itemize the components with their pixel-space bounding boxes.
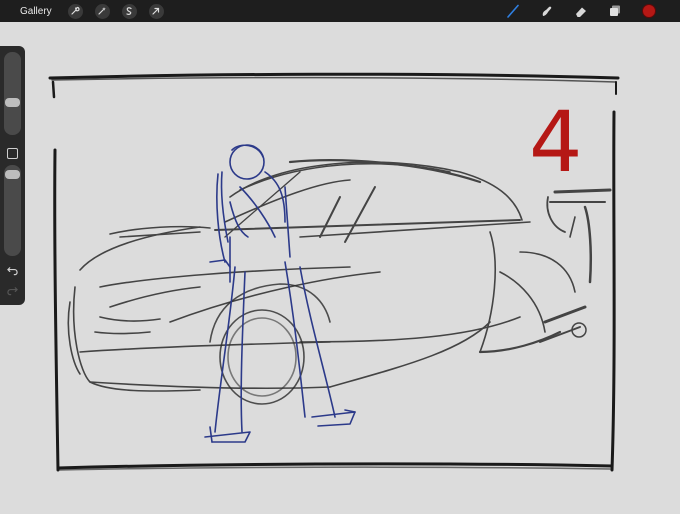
brush-sidebar	[0, 46, 25, 305]
right-toolbar	[496, 0, 680, 22]
magic-wand-icon	[98, 7, 106, 15]
layers-icon	[610, 5, 620, 16]
brush-opacity-slider[interactable]	[4, 165, 21, 256]
frame-right	[610, 110, 616, 472]
selection-button[interactable]	[121, 3, 137, 19]
eraser-icon	[576, 7, 586, 17]
arrow-cursor-icon	[152, 7, 160, 15]
eraser-tool-button[interactable]	[574, 4, 588, 18]
undo-button[interactable]	[6, 264, 19, 276]
frame-left	[53, 148, 60, 472]
selection-s-icon	[126, 7, 132, 15]
color-picker-button[interactable]	[642, 4, 656, 18]
top-toolbar: Gallery	[0, 0, 680, 22]
undo-icon	[7, 266, 18, 275]
brush-tool-button[interactable]	[506, 4, 520, 18]
brush-icon	[507, 4, 519, 18]
front-wheel	[219, 309, 305, 405]
layers-button[interactable]	[608, 4, 622, 18]
panel-number: 4	[529, 93, 583, 191]
brush-opacity-thumb[interactable]	[5, 170, 20, 179]
transform-button[interactable]	[148, 3, 164, 19]
actions-button[interactable]	[67, 3, 83, 19]
redo-button[interactable]	[6, 284, 19, 296]
brush-size-slider[interactable]	[4, 52, 21, 135]
modify-button[interactable]	[7, 148, 18, 159]
smudge-tool-button[interactable]	[540, 4, 554, 18]
adjustments-button[interactable]	[94, 3, 110, 19]
drawing-canvas[interactable]: 4	[0, 22, 680, 509]
smudge-icon	[542, 6, 552, 16]
redo-icon	[7, 286, 18, 295]
wrench-icon	[71, 7, 80, 15]
brush-size-thumb[interactable]	[5, 98, 20, 107]
gallery-button[interactable]: Gallery	[20, 6, 52, 17]
